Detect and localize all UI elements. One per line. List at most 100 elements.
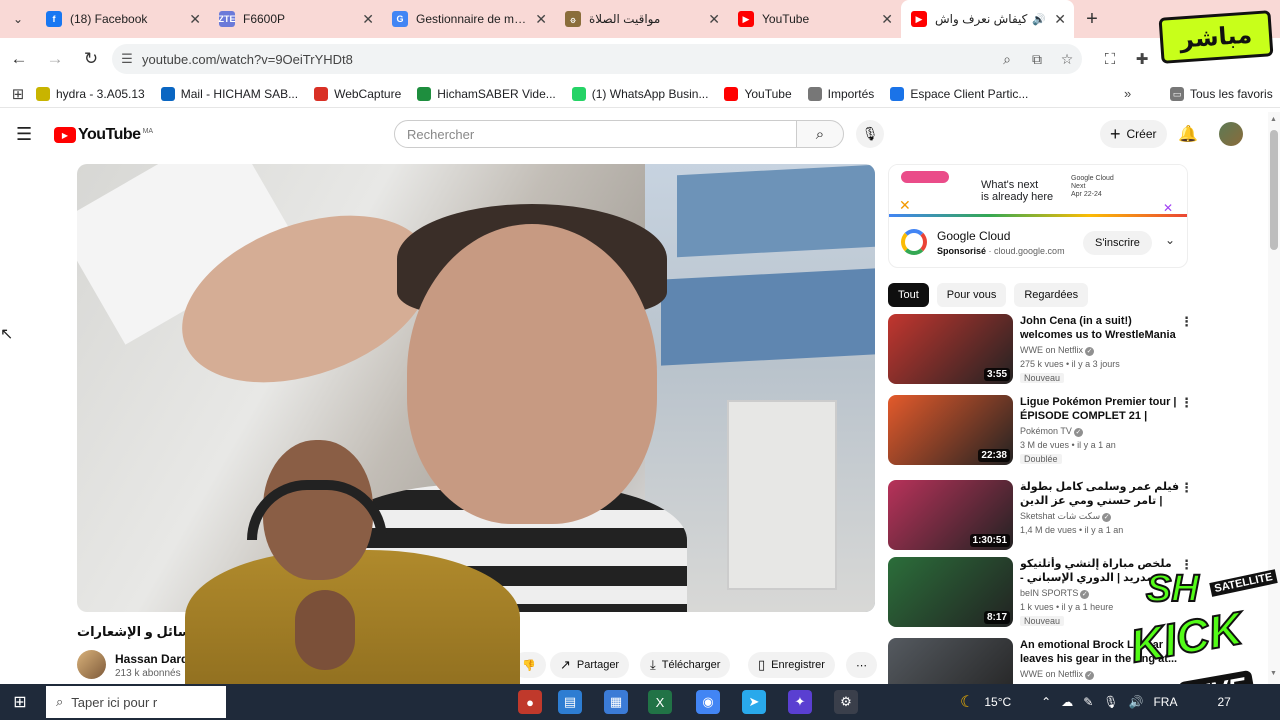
search-input[interactable]: Rechercher [394, 120, 797, 148]
browser-tab[interactable]: ▶ كيفاش نعرف واش 🔊 ✕ [901, 0, 1074, 38]
tab-close-icon[interactable]: ✕ [362, 11, 374, 28]
video-channel[interactable]: Pokémon TV ✓ [1020, 426, 1083, 437]
browser-tab[interactable]: ZTE F6600P ✕ [209, 0, 382, 38]
video-title[interactable]: John Cena (in a suit!) welcomes us to Wr… [1020, 314, 1180, 342]
all-bookmarks-folder[interactable]: ▭ Tous les favoris [1170, 87, 1273, 101]
tab-close-icon[interactable]: ✕ [189, 11, 201, 28]
zoom-icon[interactable]: ⌕ [992, 51, 1022, 68]
video-thumbnail[interactable]: 1:30:51 [888, 480, 1013, 550]
reload-button[interactable]: ↻ [74, 42, 108, 76]
tab-search-icon[interactable]: ⌄ [0, 0, 36, 38]
install-app-icon[interactable]: ⧉ [1022, 51, 1052, 68]
video-thumbnail[interactable]: 22:38 [888, 395, 1013, 465]
tab-close-icon[interactable]: ✕ [535, 11, 547, 28]
create-button[interactable]: + Créer [1100, 120, 1167, 148]
site-info-icon[interactable]: ☰ [112, 51, 142, 67]
scrollbar-thumb[interactable] [1270, 130, 1278, 250]
browser-tab[interactable]: ۞ مواقيت الصلاة ✕ [555, 0, 728, 38]
address-url[interactable]: youtube.com/watch?v=9OeiTrYHDt8 [142, 52, 992, 67]
video-thumbnail[interactable]: 8:17 [888, 557, 1013, 627]
recommended-video[interactable]: 3:55 John Cena (in a suit!) welcomes us t… [888, 314, 1200, 386]
more-options-icon[interactable]: ⋮ [1180, 314, 1193, 330]
search-button[interactable]: ⌕ [796, 120, 844, 148]
clock[interactable]: 27 [1217, 695, 1230, 709]
video-channel[interactable]: WWE on Netflix ✓ [1020, 345, 1095, 356]
save-button[interactable]: ▯ Enregistrer [748, 652, 835, 678]
telegram-icon[interactable]: ➤ [742, 690, 766, 714]
bookmark-item[interactable]: Espace Client Partic... [890, 86, 1028, 101]
tab-close-icon[interactable]: ✕ [881, 11, 893, 28]
weather-moon-icon[interactable]: ☾ [960, 692, 974, 712]
browser-tab[interactable]: G Gestionnaire de mots ✕ [382, 0, 555, 38]
bookmarks-overflow-icon[interactable]: » [1124, 86, 1131, 101]
ad-banner[interactable]: What's next is already here Google Cloud… [889, 165, 1187, 217]
filter-chip[interactable]: Regardées [1014, 283, 1089, 307]
taskbar-app-icon[interactable]: ● [518, 690, 542, 714]
ad-headline-line2: is already here [981, 191, 1054, 203]
filter-chip[interactable]: Pour vous [936, 283, 1007, 307]
address-bar[interactable]: ☰ youtube.com/watch?v=9OeiTrYHDt8 ⌕ ⧉ ☆ [112, 44, 1082, 74]
back-button[interactable]: ← [2, 42, 36, 76]
download-button[interactable]: ⤓ Télécharger [640, 652, 731, 678]
new-tab-button[interactable]: + [1074, 0, 1110, 38]
bookmark-star-icon[interactable]: ☆ [1052, 51, 1082, 68]
youtube-header: ☰ ▶ YouTube MA Rechercher ⌕ 🎙 + Créer 🔔 [0, 112, 1268, 156]
scroll-up-icon[interactable]: ▲ [1270, 116, 1277, 123]
voice-search-button[interactable]: 🎙 [856, 120, 884, 148]
bookmark-item[interactable]: Importés [807, 86, 874, 101]
video-channel[interactable]: WWE on Netflix ✓ [1020, 669, 1095, 680]
bookmark-item[interactable]: Mail - HICHAM SAB... [160, 86, 298, 101]
network-icon[interactable]: ☁ [1061, 695, 1073, 709]
tab-audio-icon[interactable]: 🔊 [1032, 13, 1046, 26]
chrome-icon[interactable]: ◉ [696, 690, 720, 714]
more-options-icon[interactable]: ⋮ [1180, 480, 1193, 496]
channel-avatar[interactable] [77, 650, 106, 679]
bookmark-item[interactable]: hydra - 3.A05.13 [36, 86, 145, 101]
calculator-icon[interactable]: ▦ [604, 690, 628, 714]
microphone-icon[interactable]: 🎙 [1103, 695, 1118, 709]
share-button[interactable]: ↗ Partager [550, 652, 630, 678]
video-channel[interactable]: Sketshat سكت شات ✓ [1020, 511, 1112, 522]
windows-start-icon[interactable]: ⊞ [0, 692, 40, 712]
extensions-icon[interactable]: ✚ [1126, 44, 1158, 74]
tab-title: مواقيت الصلاة [589, 12, 661, 26]
tray-chevron-icon[interactable]: ⌃ [1041, 695, 1051, 709]
recommended-video[interactable]: 22:38 Ligue Pokémon Premier tour | ÉPISOD… [888, 395, 1200, 467]
settings-gear-icon[interactable]: ⚙ [834, 690, 858, 714]
video-thumbnail[interactable]: 3:55 [888, 314, 1013, 384]
tab-close-icon[interactable]: ✕ [1054, 11, 1066, 28]
youtube-logo[interactable]: ▶ YouTube MA [54, 126, 153, 144]
browser-tab[interactable]: f (18) Facebook ✕ [36, 0, 209, 38]
forward-button[interactable]: → [38, 42, 72, 76]
input-language[interactable]: FRA [1153, 695, 1177, 709]
taskbar-app-icon[interactable]: ✦ [788, 690, 812, 714]
hamburger-menu-icon[interactable]: ☰ [16, 124, 32, 145]
apps-grid-icon[interactable]: ⊞ [0, 85, 36, 103]
notifications-bell-icon[interactable]: 🔔 [1178, 124, 1198, 144]
bookmark-item[interactable]: YouTube [724, 86, 792, 101]
video-channel[interactable]: beIN SPORTS ✓ [1020, 588, 1090, 599]
taskbar-search-input[interactable]: ⌕ Taper ici pour r [46, 686, 226, 718]
excel-icon[interactable]: X [648, 690, 672, 714]
video-title[interactable]: فيلم عمر وسلمى كامل بطولة تامر حسني ومي … [1020, 480, 1180, 508]
recommended-video[interactable]: 1:30:51 فيلم عمر وسلمى كامل بطولة تامر حس… [888, 480, 1200, 552]
sponsored-ad-card[interactable]: What's next is already here Google Cloud… [888, 164, 1188, 268]
pen-icon[interactable]: ✎ [1083, 695, 1093, 709]
filter-chip[interactable]: Tout [888, 283, 929, 307]
more-actions-button[interactable]: ⋯ [846, 652, 877, 678]
ad-signup-button[interactable]: S'inscrire [1083, 231, 1152, 255]
taskbar-app-icon[interactable]: ▤ [558, 690, 582, 714]
browser-tab[interactable]: ▶ YouTube ✕ [728, 0, 901, 38]
temperature[interactable]: 15°C [984, 695, 1011, 709]
bookmark-item[interactable]: HichamSABER Vide... [417, 86, 556, 101]
video-title[interactable]: Ligue Pokémon Premier tour | ÉPISODE COM… [1020, 395, 1180, 423]
bookmark-item[interactable]: (1) WhatsApp Busin... [571, 86, 708, 101]
bookmark-item[interactable]: WebCapture [314, 86, 401, 101]
tab-close-icon[interactable]: ✕ [708, 11, 720, 28]
ad-advertiser-name[interactable]: Google Cloud [937, 229, 1010, 243]
account-avatar[interactable] [1219, 122, 1243, 146]
volume-icon[interactable]: 🔊 [1129, 695, 1144, 709]
more-options-icon[interactable]: ⋮ [1180, 395, 1193, 411]
chevron-down-icon[interactable]: ⌄ [1165, 233, 1175, 247]
screenshot-icon[interactable]: ⛶ [1094, 44, 1126, 74]
